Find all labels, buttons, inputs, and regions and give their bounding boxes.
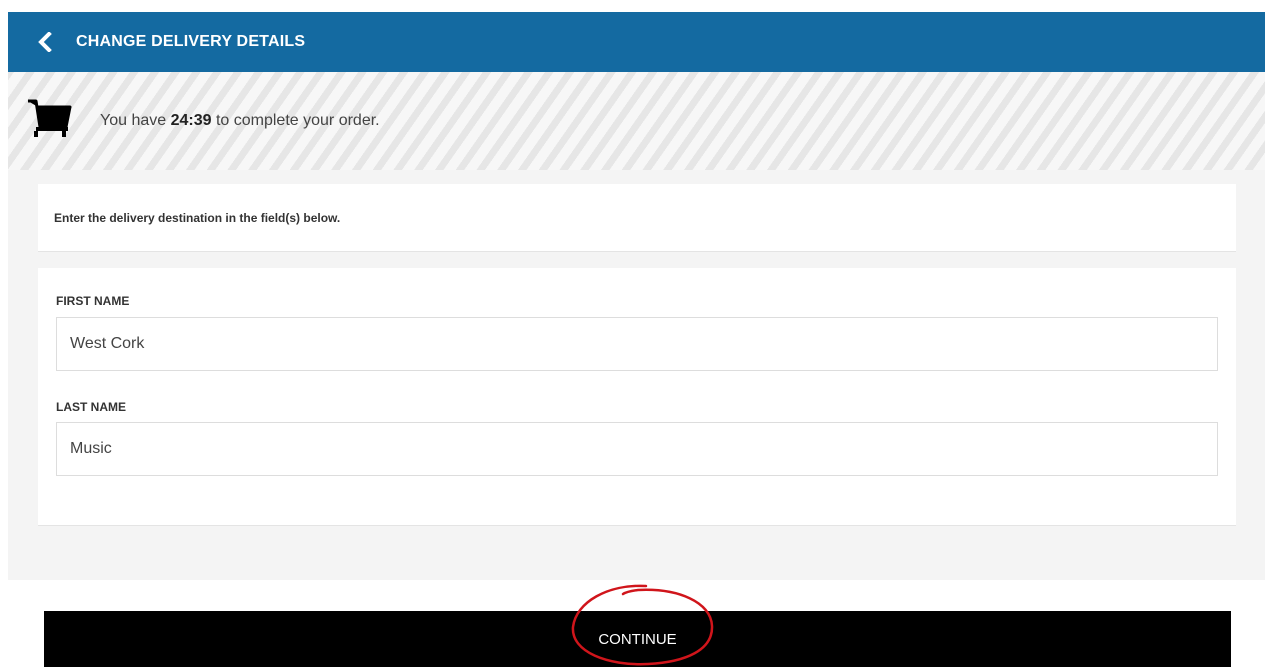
last-name-label: LAST NAME bbox=[56, 400, 126, 414]
header-bar: CHANGE DELIVERY DETAILS bbox=[8, 12, 1265, 72]
timer-message: You have 24:39 to complete your order. bbox=[100, 112, 380, 130]
timer-countdown: 24:39 bbox=[170, 112, 212, 129]
delivery-form: FIRST NAME LAST NAME bbox=[38, 268, 1236, 526]
last-name-field[interactable] bbox=[56, 422, 1218, 476]
continue-button[interactable]: CONTINUE bbox=[44, 611, 1231, 667]
chevron-left-icon[interactable] bbox=[38, 32, 52, 52]
first-name-field[interactable] bbox=[56, 317, 1218, 371]
page: CHANGE DELIVERY DETAILS You have 24:39 t… bbox=[0, 0, 1265, 667]
timer-prefix: You have bbox=[100, 112, 171, 129]
instruction-card: Enter the delivery destination in the fi… bbox=[38, 184, 1236, 252]
shopping-cart-icon bbox=[26, 97, 74, 141]
page-title: CHANGE DELIVERY DETAILS bbox=[76, 33, 306, 50]
continue-button-label: CONTINUE bbox=[598, 630, 677, 648]
first-name-label: FIRST NAME bbox=[56, 294, 130, 308]
instruction-text: Enter the delivery destination in the fi… bbox=[54, 210, 341, 225]
content-area: Enter the delivery destination in the fi… bbox=[8, 170, 1265, 580]
order-timer-banner: You have 24:39 to complete your order. bbox=[8, 72, 1265, 170]
timer-suffix: to complete your order. bbox=[211, 112, 380, 129]
